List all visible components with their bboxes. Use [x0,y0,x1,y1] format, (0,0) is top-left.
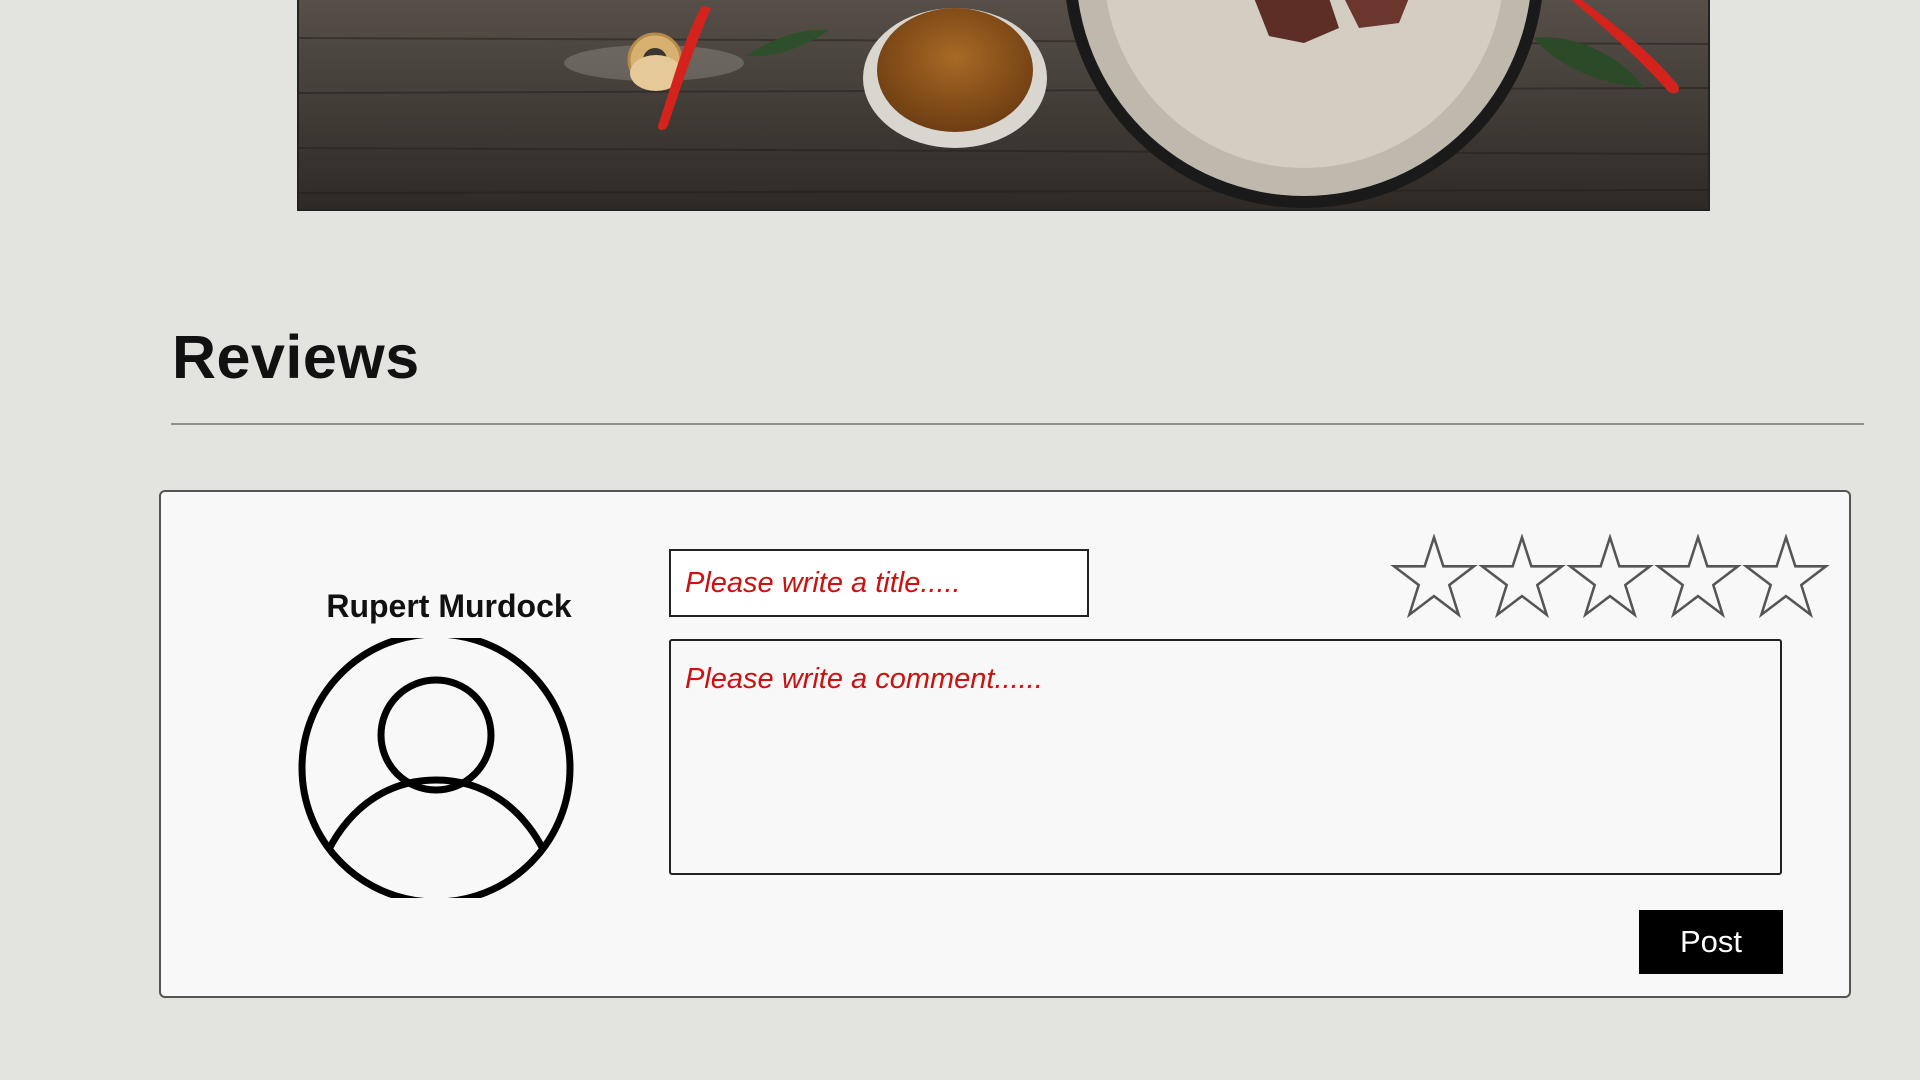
review-title-input[interactable] [669,549,1089,617]
review-form-card: Rupert Murdock Post [159,490,1851,998]
star-1-icon[interactable] [1390,534,1478,619]
star-5-icon[interactable] [1742,534,1830,619]
food-photo [297,0,1710,211]
post-button[interactable]: Post [1639,910,1783,974]
user-name: Rupert Murdock [326,588,572,624]
star-2-icon[interactable] [1478,534,1566,619]
star-3-icon[interactable] [1566,534,1654,619]
section-divider [171,423,1864,425]
reviews-heading: Reviews [172,323,420,391]
star-4-icon[interactable] [1654,534,1742,619]
star-rating[interactable] [1390,534,1830,619]
user-avatar-icon [298,638,574,898]
review-comment-input[interactable] [669,639,1782,875]
